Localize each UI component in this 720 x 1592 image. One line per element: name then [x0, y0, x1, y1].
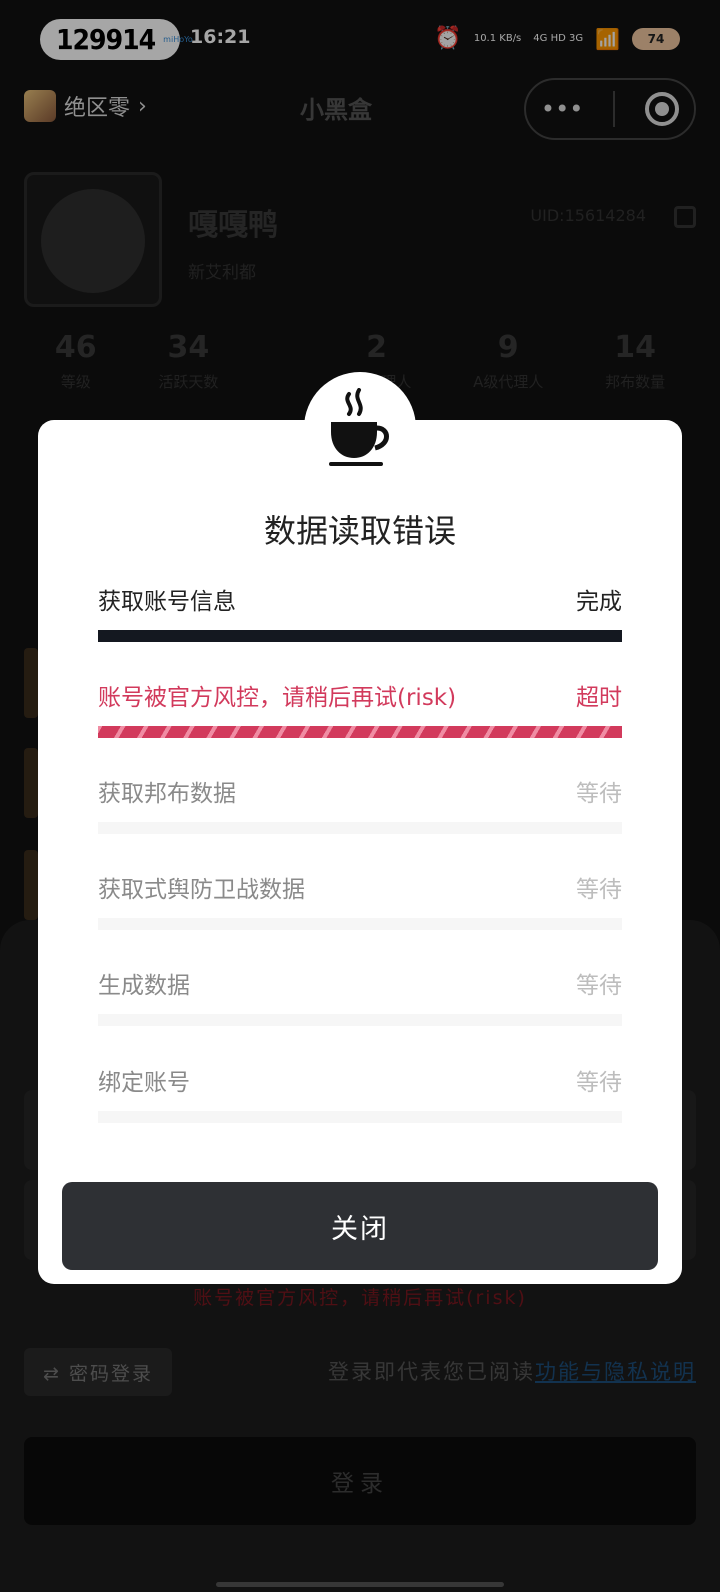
dialog-title: 数据读取错误	[263, 512, 456, 550]
step-row: 获取账号信息 完成	[98, 582, 622, 642]
progress-bar	[98, 1111, 622, 1123]
step-state: 等待	[576, 877, 622, 903]
step-row: 生成数据 等待	[98, 966, 622, 1026]
step-label: 获取邦布数据	[98, 781, 236, 807]
step-row: 获取式舆防卫战数据 等待	[98, 870, 622, 930]
progress-bar	[98, 918, 622, 930]
step-label: 获取账号信息	[98, 589, 236, 615]
coffee-cup-icon	[304, 372, 416, 484]
close-button[interactable]: 关闭	[62, 1182, 658, 1270]
step-label: 绑定账号	[98, 1070, 190, 1096]
step-state: 完成	[576, 589, 622, 615]
step-label: 获取式舆防卫战数据	[98, 877, 305, 903]
step-row: 获取邦布数据 等待	[98, 774, 622, 834]
step-row: 账号被官方风控，请稍后再试(risk) 超时	[98, 678, 622, 738]
step-state: 超时	[576, 685, 622, 711]
step-label: 账号被官方风控，请稍后再试(risk)	[98, 685, 457, 711]
step-state: 等待	[576, 973, 622, 999]
step-row: 绑定账号 等待	[98, 1063, 622, 1123]
progress-bar	[98, 822, 622, 834]
progress-bar	[98, 630, 622, 642]
progress-bar	[98, 1014, 622, 1026]
progress-bar	[98, 726, 622, 738]
step-label: 生成数据	[98, 973, 190, 999]
error-dialog: 数据读取错误 获取账号信息 完成 账号被官方风控，请稍后再试(risk) 超时 …	[38, 420, 682, 1284]
step-state: 等待	[576, 1070, 622, 1096]
step-state: 等待	[576, 781, 622, 807]
